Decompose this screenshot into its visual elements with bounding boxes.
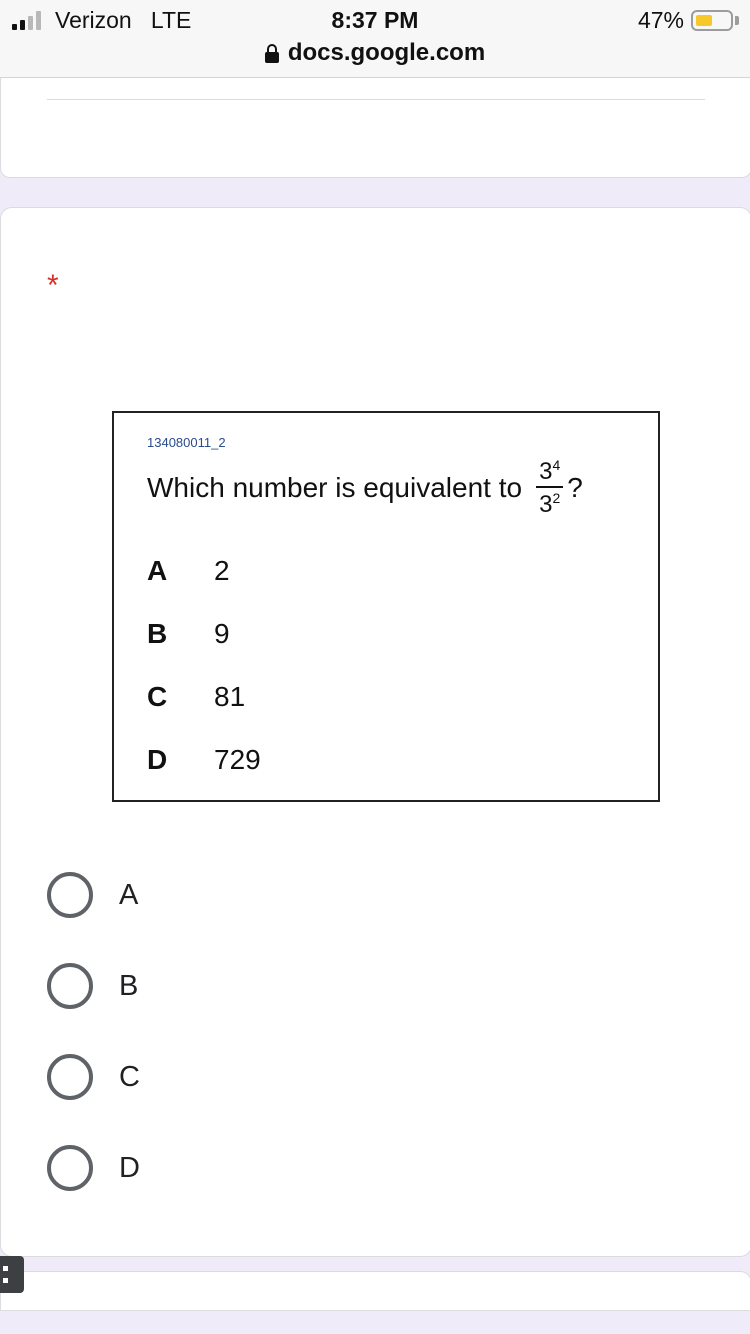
image-option-d: D 729 (147, 744, 261, 775)
side-menu-icon[interactable] (0, 1256, 24, 1293)
image-option-c: C 81 (147, 681, 246, 712)
url-text: docs.google.com (287, 39, 486, 66)
choice-a[interactable]: A (47, 872, 138, 918)
radio-button-c[interactable] (47, 1054, 93, 1100)
choice-label-a[interactable]: A (119, 879, 138, 912)
status-bar: Verizon LTE 8:37 PM 47% docs.google.com (0, 0, 750, 78)
previous-question-card (0, 78, 750, 178)
question-stem-text: Which number is equivalent to (147, 471, 523, 503)
image-option-a: A2 (147, 555, 230, 586)
choice-label-b[interactable]: B (119, 970, 138, 1003)
choice-c[interactable]: C (47, 1054, 140, 1100)
radio-button-a[interactable] (47, 872, 93, 918)
battery-cap (735, 16, 739, 25)
choice-b[interactable]: B (47, 963, 138, 1009)
fraction-numerator: 34 (536, 458, 564, 488)
item-id: 134080011_2 (147, 435, 226, 450)
radio-button-b[interactable] (47, 963, 93, 1009)
fraction-denominator: 32 (539, 490, 561, 518)
question-card: * 134080011_2 Which number is equivalent… (0, 207, 750, 1257)
required-marker: * (47, 269, 59, 302)
address-bar[interactable]: docs.google.com (0, 39, 750, 67)
question-stem: Which number is equivalent to 34 32 ? (147, 458, 583, 517)
battery-percent: 47% (637, 7, 684, 33)
choice-d[interactable]: D (47, 1145, 140, 1191)
radio-button-d[interactable] (47, 1145, 93, 1191)
fraction: 34 32 (536, 458, 564, 518)
image-option-b: B9 (147, 618, 230, 649)
battery-icon (691, 10, 733, 31)
lock-icon (264, 43, 279, 63)
next-question-card (0, 1271, 750, 1311)
choice-label-c[interactable]: C (119, 1061, 140, 1094)
previous-answer-underline (47, 99, 705, 100)
question-image: 134080011_2 Which number is equivalent t… (112, 411, 660, 802)
question-mark: ? (567, 471, 583, 503)
battery-level (696, 15, 712, 26)
choice-label-d[interactable]: D (119, 1152, 140, 1185)
